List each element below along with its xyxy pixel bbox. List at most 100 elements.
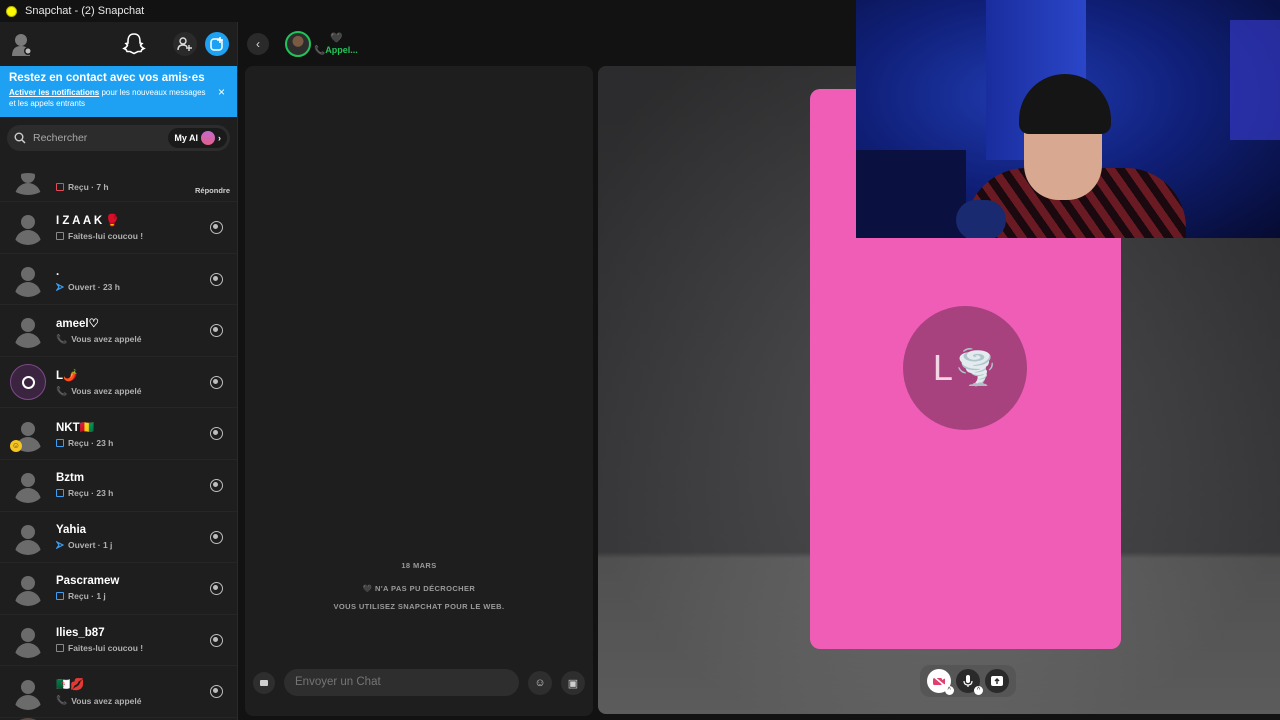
close-icon[interactable]: × — [218, 85, 225, 99]
chat-panel: 18 MARS 🖤 N'A PAS PU DÉCROCHER VOUS UTIL… — [245, 66, 593, 716]
tornado-icon: 🌪️ — [954, 349, 998, 387]
avatar — [10, 312, 46, 349]
avatar — [10, 518, 46, 555]
sidebar: Restez en contact avec vos amis·es Activ… — [0, 22, 238, 720]
list-item[interactable]: Yahia Ouvert · 1 j — [0, 512, 237, 564]
microphone-button[interactable]: ^ — [955, 669, 983, 695]
camera-icon[interactable] — [210, 582, 223, 596]
my-ai-avatar — [201, 131, 215, 145]
camera-icon[interactable] — [210, 375, 223, 389]
chevron-left-icon: ‹ — [256, 37, 260, 51]
received-chat-icon — [56, 489, 64, 498]
camera-icon[interactable] — [210, 324, 223, 338]
contact-name: L🌶️ — [56, 369, 78, 382]
contact-name: . — [56, 265, 60, 278]
status-text: Reçu · 23 h — [56, 438, 113, 448]
heart-icon: 🖤 — [330, 32, 343, 44]
call-controls: ^ ^ — [920, 665, 1016, 697]
contact-name: ameel♡ — [56, 317, 99, 330]
chevron-up-icon[interactable]: ^ — [944, 686, 954, 695]
list-item[interactable]: Ilies_b87 Faites-lui coucou ! — [0, 615, 237, 667]
avatar — [10, 173, 46, 195]
contact-name: I Z A A K 🥊 — [56, 215, 120, 228]
status-text: Ouvert · 1 j — [55, 540, 112, 550]
status-text: 📞 Vous avez appelé — [56, 385, 142, 397]
my-ai-button[interactable]: My AI › — [168, 128, 227, 148]
search-icon — [14, 132, 26, 144]
search-input[interactable]: Rechercher My AI › — [7, 125, 230, 151]
camera-icon[interactable] — [210, 478, 223, 492]
friend-emoji-badge: ☺ — [10, 439, 22, 452]
chevron-right-icon: › — [218, 133, 221, 143]
status-text: 📞 Vous avez appelé — [56, 333, 142, 345]
list-item[interactable]: I Z A A K 🥊 Faites-lui coucou ! — [0, 202, 237, 254]
call-status: 📞Appel... — [314, 44, 358, 55]
status-text: Reçu · 7 h — [56, 182, 109, 192]
received-chat-icon — [56, 438, 64, 447]
camera-icon[interactable] — [210, 633, 223, 647]
list-item[interactable]: Pascramew Reçu · 1 j — [0, 563, 237, 615]
contact-name: 🇩🇿💋 — [56, 679, 85, 692]
new-chat-button[interactable] — [205, 32, 229, 56]
caller-avatar-letter: L — [932, 347, 953, 388]
contact-avatar[interactable] — [285, 31, 311, 57]
enable-notifications-link[interactable]: Activer les notifications — [9, 88, 99, 97]
camera-icon[interactable] — [210, 530, 223, 544]
status-text: Reçu · 1 j — [56, 591, 119, 601]
my-ai-label: My AI — [174, 133, 198, 143]
notification-banner: Restez en contact avec vos amis·es Activ… — [0, 66, 237, 117]
profile-icon — [12, 34, 32, 56]
chat-icon — [56, 232, 64, 241]
banner-text: Activer les notifications pour les nouve… — [9, 87, 214, 109]
avatar — [10, 467, 46, 504]
add-friend-button[interactable] — [173, 32, 197, 56]
avatar — [10, 673, 46, 710]
search-placeholder: Rechercher — [33, 132, 88, 144]
screen-share-button[interactable] — [985, 669, 1010, 693]
snapchat-ghost-icon[interactable] — [121, 32, 146, 56]
contact-name: Pascramew — [56, 575, 120, 588]
camera-icon[interactable] — [210, 685, 223, 699]
camera-off-icon — [932, 675, 946, 687]
outgoing-call-icon: 📞 — [56, 695, 68, 706]
back-button[interactable]: ‹ — [247, 33, 269, 55]
sidebar-toolbar — [0, 22, 237, 66]
gallery-icon[interactable]: ▣ — [561, 671, 585, 695]
chevron-up-icon[interactable]: ^ — [973, 686, 983, 695]
list-item[interactable]: . Ouvert · 23 h — [0, 254, 237, 306]
contact-name: NKT🇬🇳 — [56, 421, 94, 434]
list-item[interactable]: ☺ NKT🇬🇳 Reçu · 23 h — [0, 408, 237, 460]
contact-name: Ilies_b87 — [56, 627, 105, 640]
received-chat-icon — [56, 592, 64, 601]
avatar — [10, 209, 46, 246]
camera-icon[interactable] — [210, 221, 223, 234]
list-item[interactable]: 🇩🇿💋 📞 Vous avez appelé — [0, 666, 237, 718]
chat-input[interactable] — [284, 669, 519, 696]
missed-call-notice: 🖤 N'A PAS PU DÉCROCHER — [362, 584, 476, 593]
avatar — [10, 570, 46, 607]
caller-avatar: L 🌪️ — [903, 306, 1027, 430]
status-text: 📞 Vous avez appelé — [56, 695, 142, 706]
camera-icon[interactable] — [210, 427, 223, 441]
camera-icon[interactable] — [210, 272, 223, 286]
opened-icon — [55, 540, 65, 550]
list-item[interactable]: ameel♡ 📞 Vous avez appelé — [0, 305, 237, 357]
microphone-icon — [963, 675, 973, 687]
contact-name: Bztm — [56, 472, 85, 485]
outgoing-call-icon: 📞 — [56, 333, 68, 344]
list-item[interactable]: Bztm Reçu · 23 h — [0, 460, 237, 512]
chat-header: ‹ 🖤 📞Appel... — [239, 22, 856, 66]
list-item[interactable]: L🌶️ 📞 Vous avez appelé — [0, 357, 237, 409]
list-item[interactable]: Reçu · 7 h Répondre — [0, 173, 237, 202]
reply-button[interactable]: Répondre — [195, 186, 230, 195]
emoji-icon[interactable]: ☺ — [528, 671, 552, 695]
profile-avatar-button[interactable] — [10, 32, 34, 56]
contact-name: Yahia — [56, 523, 87, 536]
chat-composer: ☺ ▣ — [245, 666, 593, 702]
outgoing-call-icon: 📞 — [56, 385, 68, 396]
avatar — [10, 364, 46, 401]
add-friend-icon — [177, 37, 192, 51]
camera-toggle-button[interactable]: ^ — [926, 669, 954, 695]
conversation-list: Reçu · 7 h Répondre I Z A A K 🥊 Faites-l… — [0, 173, 237, 720]
camera-icon[interactable] — [253, 672, 275, 694]
